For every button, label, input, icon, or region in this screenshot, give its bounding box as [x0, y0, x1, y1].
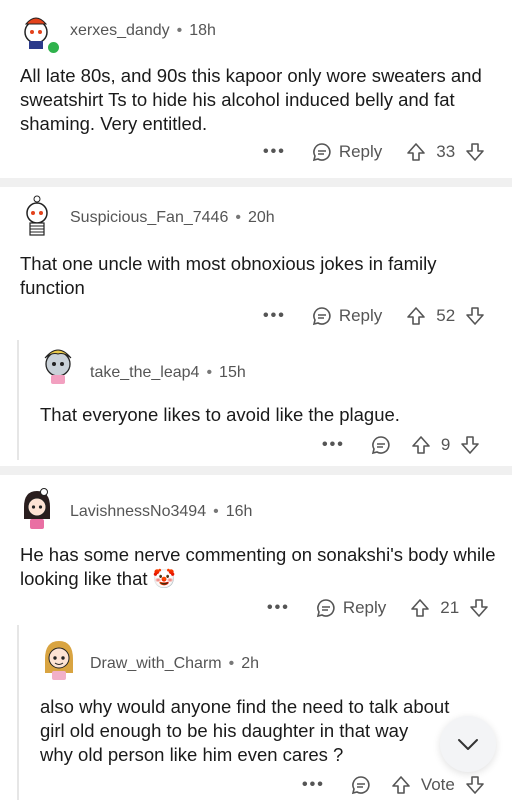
reply-icon [351, 776, 370, 795]
username[interactable]: Draw_with_Charm [90, 655, 222, 672]
snoo-skeleton-avatar-icon[interactable] [16, 195, 58, 237]
reply-label: Reply [342, 598, 387, 617]
comment-age: 18h [189, 22, 216, 39]
separator-dot: • [228, 655, 235, 672]
chevron-down-icon [458, 739, 478, 750]
reply-label: Reply [338, 142, 383, 161]
comment-actions: ••• Reply 52 [263, 302, 485, 330]
comment: LavishnessNo3494 • 16h He has some nerve c… [0, 475, 512, 625]
comment-age: 20h [247, 209, 275, 226]
username[interactable]: Suspicious_Fan_7446 [70, 209, 228, 226]
comment-body: also why would anyone find the need to t… [40, 695, 510, 767]
vote-count: 52 [436, 306, 456, 325]
comment-body: All late 80s, and 90s this kapoor only w… [20, 65, 482, 134]
comment-actions: ••• 9 [322, 431, 480, 459]
vote-controls: 33 [406, 142, 485, 162]
more-options-button[interactable]: ••• [267, 599, 290, 617]
reply-button[interactable]: Reply [312, 142, 382, 162]
reply-icon [312, 307, 331, 326]
reply-icon [316, 599, 335, 618]
vote-controls: 21 [410, 598, 489, 618]
snoo-blonde-avatar-icon[interactable] [38, 342, 78, 386]
upvote-icon[interactable] [406, 142, 426, 162]
next-comment-button[interactable] [440, 716, 496, 772]
separator-dot: • [235, 209, 241, 226]
reply-button[interactable]: Reply [316, 598, 386, 618]
reply-label: Reply [338, 306, 383, 325]
separator-dot: • [206, 364, 213, 381]
upvote-icon[interactable] [411, 435, 431, 455]
comment-actions: ••• Reply 21 [267, 594, 489, 622]
comment-meta: take_the_leap4 • 15h [90, 364, 246, 382]
snoo-brown-hair-avatar-icon[interactable] [38, 635, 80, 681]
comment-actions: ••• Reply 33 [263, 138, 485, 166]
comment-separator [0, 466, 512, 475]
online-status-indicator [46, 40, 61, 55]
upvote-icon[interactable] [391, 775, 411, 795]
reply-icon [371, 436, 390, 455]
reply-icon [312, 143, 331, 162]
comment-age: 2h [241, 655, 259, 672]
downvote-icon[interactable] [460, 435, 480, 455]
more-options-button[interactable]: ••• [263, 307, 286, 325]
reply-button[interactable] [351, 775, 371, 795]
more-options-button[interactable]: ••• [302, 776, 325, 794]
comment: Suspicious_Fan_7446 • 20h That one uncle w… [0, 187, 512, 337]
reply-button[interactable]: Reply [312, 306, 382, 326]
downvote-icon[interactable] [465, 306, 485, 326]
comment-meta: Draw_with_Charm • 2h [90, 655, 259, 673]
comment-text: He has some nerve commenting on sonakshi… [20, 544, 496, 589]
comment-body: That everyone likes to avoid like the pl… [40, 404, 400, 425]
upvote-icon[interactable] [410, 598, 430, 618]
separator-dot: • [176, 22, 183, 39]
comment-meta: xerxes_dandy • 18h [70, 22, 216, 40]
comment: xerxes_dandy • 18h All late 80s, and 90s t… [0, 0, 512, 175]
comment-line: also why would anyone find the need to t… [40, 696, 450, 717]
username[interactable]: take_the_leap4 [90, 364, 199, 381]
vote-controls: 52 [406, 306, 485, 326]
username[interactable]: LavishnessNo3494 [70, 503, 206, 520]
downvote-icon[interactable] [469, 598, 489, 618]
vote-count: 21 [440, 598, 460, 617]
comment-body: That one uncle with most obnoxious jokes… [20, 253, 437, 298]
vote-label: Vote [420, 775, 455, 794]
downvote-icon[interactable] [465, 142, 485, 162]
reply-button[interactable] [371, 435, 391, 455]
comment-reply: Draw_with_Charm • 2h also why would anyone… [0, 625, 512, 800]
vote-count: 33 [436, 142, 456, 161]
more-options-button[interactable]: ••• [322, 436, 345, 454]
more-options-button[interactable]: ••• [263, 143, 286, 161]
comment-actions: ••• Vote [302, 771, 485, 799]
snoo-dark-hair-avatar-icon[interactable] [16, 485, 58, 531]
vote-controls: Vote [391, 775, 485, 795]
clown-emoji: 🤡 [152, 568, 176, 589]
comment-meta: Suspicious_Fan_7446 • 20h [70, 209, 275, 227]
comment-separator [0, 178, 512, 187]
vote-controls: 9 [411, 435, 480, 455]
username[interactable]: xerxes_dandy [70, 22, 170, 39]
comment-reply: take_the_leap4 • 15h That everyone likes t… [0, 337, 512, 462]
comment-age: 16h [225, 503, 253, 520]
comment-meta: LavishnessNo3494 • 16h [70, 503, 252, 521]
comment-age: 15h [219, 364, 246, 381]
comment-body: He has some nerve commenting on sonakshi… [20, 543, 500, 591]
separator-dot: • [213, 503, 219, 520]
vote-count: 9 [440, 435, 451, 454]
downvote-icon[interactable] [465, 775, 485, 795]
upvote-icon[interactable] [406, 306, 426, 326]
